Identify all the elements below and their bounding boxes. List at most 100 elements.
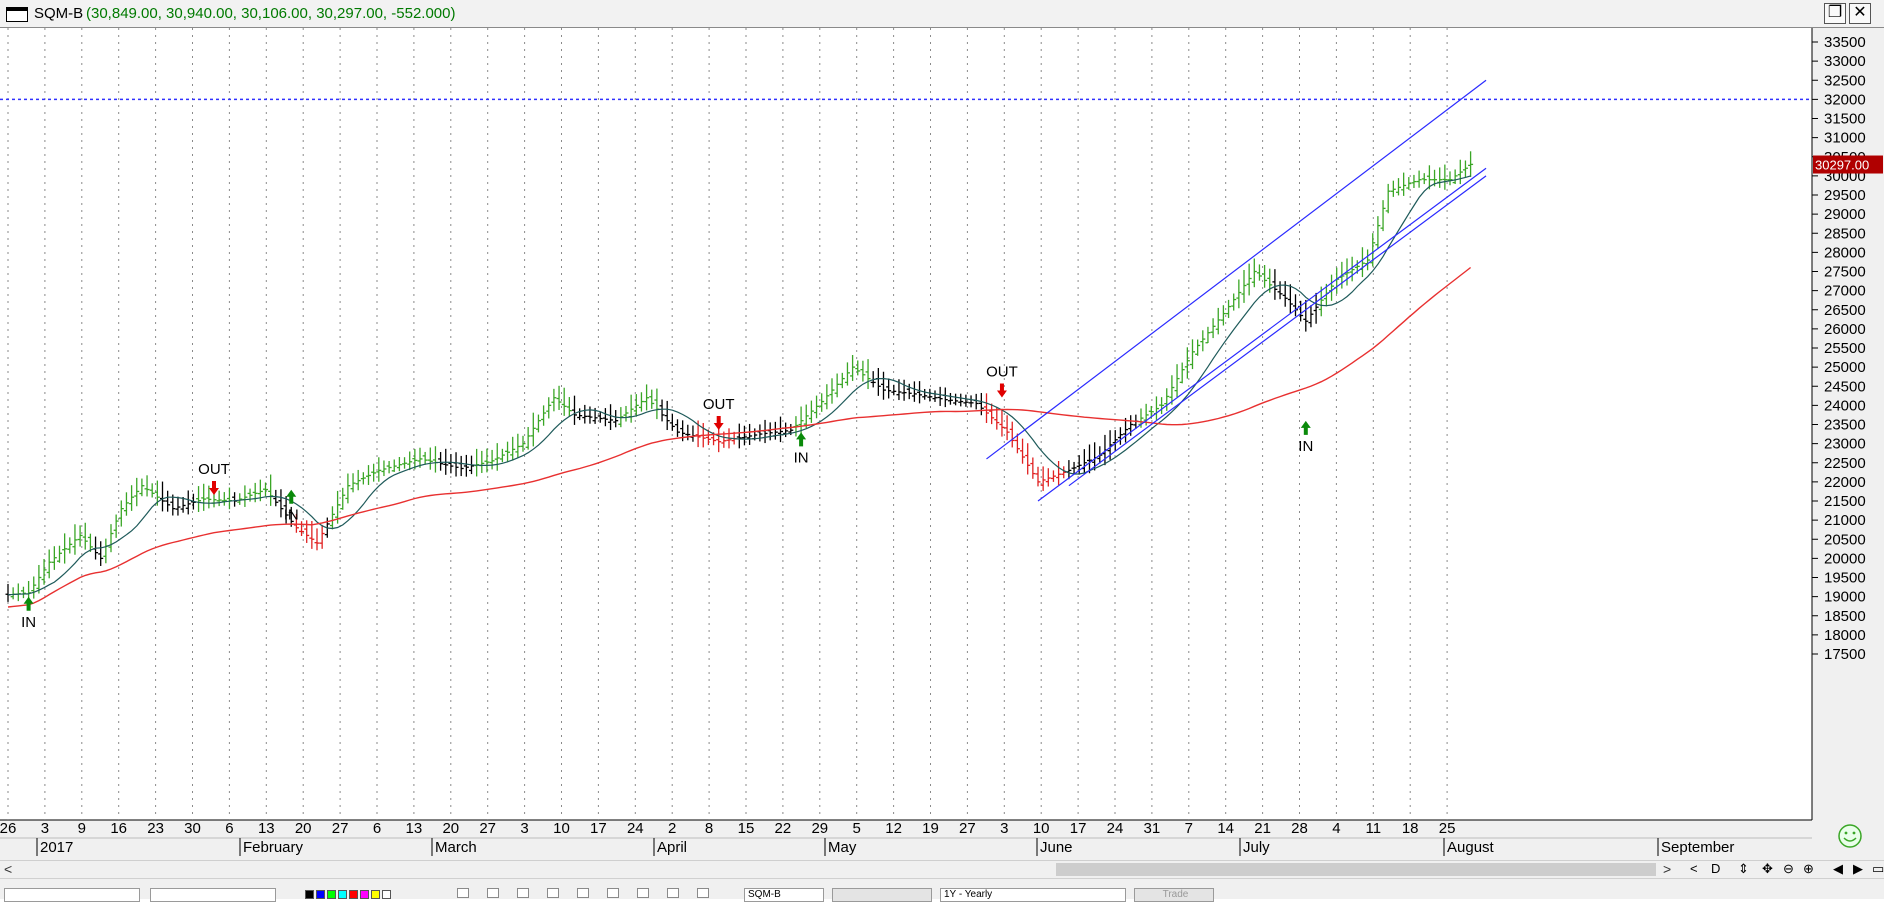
y-tick-label: 31000 (1824, 130, 1866, 147)
smiley-icon (1838, 824, 1862, 848)
x-tick-label: 3 (520, 820, 528, 837)
smiley-eye (1844, 831, 1848, 835)
restore-button[interactable]: ❐ (1824, 3, 1846, 24)
y-tick-label: 29000 (1824, 206, 1866, 223)
signal-label: OUT (986, 363, 1018, 380)
next-icon[interactable]: ▶ (1853, 861, 1863, 877)
y-tick-label: 23500 (1824, 417, 1866, 434)
x-tick-label: 3 (41, 820, 49, 837)
move-icon[interactable]: ✥ (1762, 861, 1773, 877)
y-tick-label: 25000 (1824, 359, 1866, 376)
tool-2-icon[interactable] (487, 888, 499, 898)
zoom-in-icon[interactable]: ⊕ (1803, 861, 1814, 877)
x-tick-label: 6 (373, 820, 381, 837)
x-tick-label: 18 (1402, 820, 1419, 837)
month-label: March (435, 839, 477, 856)
x-tick-label: 29 (811, 820, 828, 837)
x-tick-label: 24 (1107, 820, 1124, 837)
toolbar-dropdown-2[interactable] (150, 888, 276, 902)
y-tick-label: 25500 (1824, 340, 1866, 357)
arrows-icon[interactable]: ⇕ (1738, 861, 1749, 877)
x-tick-label: 28 (1291, 820, 1308, 837)
y-tick-label: 29500 (1824, 187, 1866, 204)
yearly-box[interactable]: 1Y - Yearly (940, 888, 1126, 902)
month-label: July (1243, 839, 1270, 856)
last-price-label: 30297.00 (1815, 158, 1869, 173)
chart-nav-icon[interactable]: < (1690, 861, 1698, 876)
toolbar-dropdown-1[interactable] (4, 888, 140, 902)
window-symbol: SQM-B (34, 5, 84, 22)
prev-icon[interactable]: ◀ (1833, 861, 1843, 877)
x-tick-label: 10 (553, 820, 570, 837)
tool-7-icon[interactable] (637, 888, 649, 898)
price-chart[interactable]: 26 3 9 16 23 30 6 13 20 27 6 13 20 27 3 10 17 24 2 8 15 22 29 5… (0, 28, 1884, 866)
color-white-swatch[interactable] (382, 890, 391, 899)
y-tick-label: 27000 (1824, 283, 1866, 300)
x-tick-label: 27 (479, 820, 496, 837)
x-tick-label: 5 (853, 820, 861, 837)
y-tick-label: 21500 (1824, 493, 1866, 510)
y-tick-label: 28000 (1824, 244, 1866, 261)
tool-8-icon[interactable] (667, 888, 679, 898)
tool-3-icon[interactable] (517, 888, 529, 898)
y-tick-label: 24000 (1824, 397, 1866, 414)
x-tick-label: 9 (78, 820, 86, 837)
month-label: September (1661, 839, 1734, 856)
y-tick-label: 18000 (1824, 627, 1866, 644)
symbol-box[interactable]: SQM-B (744, 888, 824, 902)
y-tick-label: 33500 (1824, 34, 1866, 51)
plot-area (0, 28, 1812, 820)
y-tick-label: 19500 (1824, 570, 1866, 587)
signal-label: OUT (703, 396, 735, 413)
tool-1-icon[interactable] (457, 888, 469, 898)
period-box[interactable] (832, 888, 932, 902)
tool-6-icon[interactable] (607, 888, 619, 898)
scroll-right-icon[interactable]: > (1663, 861, 1671, 877)
scroll-left-icon[interactable]: < (4, 861, 12, 877)
tool-4-icon[interactable] (547, 888, 559, 898)
horizontal-scrollbar[interactable]: < > < D ⇕ ✥ ⊖ ⊕ ◀ ▶ ▭ (0, 860, 1884, 878)
signal-label: IN (21, 614, 36, 631)
panel-icon[interactable]: ▭ (1872, 861, 1884, 877)
month-label: April (657, 839, 687, 856)
scroll-thumb[interactable] (1056, 863, 1656, 876)
color-green-swatch[interactable] (327, 890, 336, 899)
color-magenta-swatch[interactable] (360, 890, 369, 899)
x-tick-label: 23 (147, 820, 164, 837)
title-bar: SQM-B (30,849.00, 30,940.00, 30,106.00, … (0, 0, 1884, 28)
color-yellow-swatch[interactable] (371, 890, 380, 899)
y-tick-label: 21000 (1824, 512, 1866, 529)
window-icon (6, 7, 28, 22)
zoom-out-icon[interactable]: ⊖ (1783, 861, 1794, 877)
tool-5-icon[interactable] (577, 888, 589, 898)
close-button[interactable]: ✕ (1849, 3, 1871, 24)
y-tick-label: 26000 (1824, 321, 1866, 338)
bottom-toolbar: SQM-B 1Y - Yearly Trade (0, 878, 1884, 902)
y-tick-label: 20000 (1824, 550, 1866, 567)
y-tick-label: 27500 (1824, 264, 1866, 281)
month-label: May (828, 839, 857, 856)
x-tick-label: 26 (0, 820, 16, 837)
x-tick-label: 22 (775, 820, 792, 837)
x-tick-label: 31 (1144, 820, 1161, 837)
tool-9-icon[interactable] (697, 888, 709, 898)
x-tick-label: 3 (1000, 820, 1008, 837)
color-black-swatch[interactable] (305, 890, 314, 899)
x-tick-label: 27 (332, 820, 349, 837)
signal-label: IN (794, 449, 809, 466)
x-tick-label: 15 (738, 820, 755, 837)
y-tick-label: 17500 (1824, 646, 1866, 663)
x-tick-label: 6 (225, 820, 233, 837)
zoom-icon[interactable]: D (1711, 861, 1720, 876)
x-tick-label: 12 (885, 820, 902, 837)
x-tick-label: 25 (1439, 820, 1456, 837)
y-tick-label: 22500 (1824, 455, 1866, 472)
color-cyan-swatch[interactable] (338, 890, 347, 899)
trade-button[interactable]: Trade (1134, 888, 1214, 902)
y-tick-label: 19000 (1824, 589, 1866, 606)
x-tick-label: 10 (1033, 820, 1050, 837)
x-tick-label: 17 (590, 820, 607, 837)
color-red-swatch[interactable] (349, 890, 358, 899)
color-blue-swatch[interactable] (316, 890, 325, 899)
month-label: August (1447, 839, 1495, 856)
